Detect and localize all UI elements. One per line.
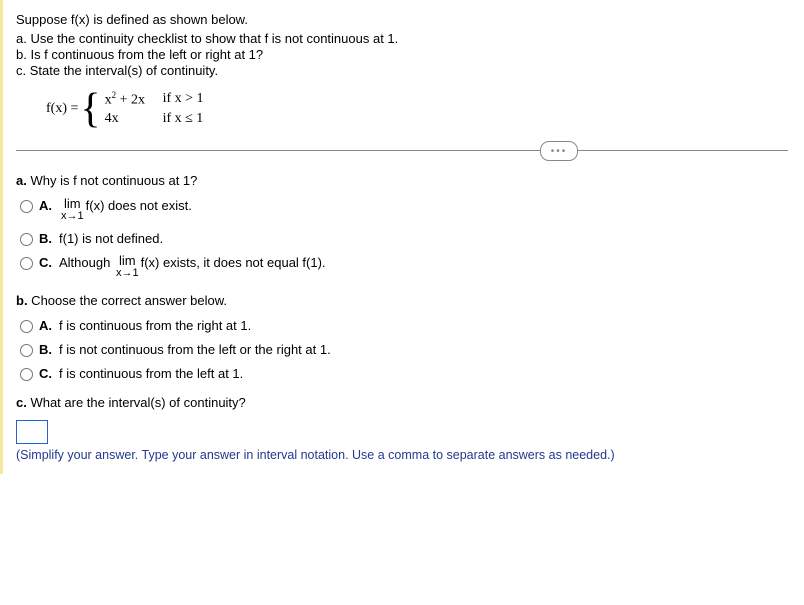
qb-text-b: f is not continuous from the left or the… bbox=[59, 342, 788, 357]
limit-a: lim x→1 bbox=[61, 198, 84, 222]
qa-radio-b[interactable] bbox=[20, 233, 33, 246]
case2-expr: 4x bbox=[105, 111, 163, 127]
qc-bold: c. bbox=[16, 395, 27, 410]
subpart-c: c. State the interval(s) of continuity. bbox=[16, 63, 788, 78]
qb-text-c: f is continuous from the left at 1. bbox=[59, 366, 788, 381]
qa-bold: a. bbox=[16, 173, 27, 188]
left-accent-border bbox=[0, 0, 3, 474]
lim-bot-c: x→1 bbox=[116, 267, 139, 279]
lim-bot-a: x→1 bbox=[61, 210, 84, 222]
interval-input[interactable] bbox=[16, 420, 48, 444]
qa-letter-a: A. bbox=[39, 198, 59, 213]
qb-bold: b. bbox=[16, 293, 28, 308]
horizontal-divider bbox=[16, 150, 788, 151]
qa-radio-a[interactable] bbox=[20, 200, 33, 213]
qb-letter-b: B. bbox=[39, 342, 59, 357]
qb-rest: Choose the correct answer below. bbox=[28, 293, 227, 308]
qa-letter-c: C. bbox=[39, 255, 59, 270]
qa-option-b[interactable]: B. f(1) is not defined. bbox=[16, 231, 788, 246]
qb-option-b[interactable]: B. f is not continuous from the left or … bbox=[16, 342, 788, 357]
qa-post-a: f(x) does not exist. bbox=[86, 198, 192, 213]
qb-radio-b[interactable] bbox=[20, 344, 33, 357]
limit-c: lim x→1 bbox=[116, 255, 139, 279]
case-row-1: x2 + 2x if x > 1 bbox=[105, 89, 204, 109]
qa-letter-b: B. bbox=[39, 231, 59, 246]
qb-letter-c: C. bbox=[39, 366, 59, 381]
subparts-list: a. Use the continuity checklist to show … bbox=[16, 31, 788, 78]
case-row-2: 4x if x ≤ 1 bbox=[105, 109, 204, 129]
qc-rest: What are the interval(s) of continuity? bbox=[27, 395, 246, 410]
qa-option-a[interactable]: A. lim x→1 f(x) does not exist. bbox=[16, 198, 788, 222]
question-a-prompt: a. Why is f not continuous at 1? bbox=[16, 173, 788, 188]
subpart-a: a. Use the continuity checklist to show … bbox=[16, 31, 788, 46]
piecewise-cases: x2 + 2x if x > 1 4x if x ≤ 1 bbox=[105, 89, 204, 129]
lim-top-a: lim bbox=[64, 198, 81, 210]
divider-row: ••• bbox=[16, 150, 788, 151]
qb-option-c[interactable]: C. f is continuous from the left at 1. bbox=[16, 366, 788, 381]
case2-cond: if x ≤ 1 bbox=[163, 111, 204, 127]
lim-top-c: lim bbox=[119, 255, 136, 267]
qb-letter-a: A. bbox=[39, 318, 59, 333]
case1-base: x bbox=[105, 92, 112, 107]
question-b-prompt: b. Choose the correct answer below. bbox=[16, 293, 788, 308]
qa-text-a: lim x→1 f(x) does not exist. bbox=[59, 198, 788, 222]
case1-cond: if x > 1 bbox=[163, 91, 204, 107]
qa-rest: Why is f not continuous at 1? bbox=[27, 173, 198, 188]
qa-text-c: Although lim x→1 f(x) exists, it does no… bbox=[59, 255, 788, 279]
qa-post-c: f(x) exists, it does not equal f(1). bbox=[141, 255, 326, 270]
case1-expr: x2 + 2x bbox=[105, 90, 163, 109]
question-b-options: A. f is continuous from the right at 1. … bbox=[16, 318, 788, 381]
qb-option-a[interactable]: A. f is continuous from the right at 1. bbox=[16, 318, 788, 333]
question-a-options: A. lim x→1 f(x) does not exist. B. f(1) … bbox=[16, 198, 788, 279]
problem-intro: Suppose f(x) is defined as shown below. bbox=[16, 12, 788, 27]
qb-radio-a[interactable] bbox=[20, 320, 33, 333]
left-brace-icon: { bbox=[80, 88, 100, 130]
qa-text-b: f(1) is not defined. bbox=[59, 231, 788, 246]
qa-pre-c: Although bbox=[59, 255, 110, 270]
fx-lhs: f(x) = bbox=[46, 101, 78, 117]
question-c-prompt: c. What are the interval(s) of continuit… bbox=[16, 395, 788, 410]
case1-tail: + 2x bbox=[116, 92, 145, 107]
qa-radio-c[interactable] bbox=[20, 257, 33, 270]
subpart-b: b. Is f continuous from the left or righ… bbox=[16, 47, 788, 62]
piecewise-function: f(x) = { x2 + 2x if x > 1 4x if x ≤ 1 bbox=[46, 88, 788, 130]
answer-hint: (Simplify your answer. Type your answer … bbox=[16, 448, 788, 462]
qb-text-a: f is continuous from the right at 1. bbox=[59, 318, 788, 333]
qb-radio-c[interactable] bbox=[20, 368, 33, 381]
more-options-button[interactable]: ••• bbox=[540, 141, 578, 161]
qa-option-c[interactable]: C. Although lim x→1 f(x) exists, it does… bbox=[16, 255, 788, 279]
